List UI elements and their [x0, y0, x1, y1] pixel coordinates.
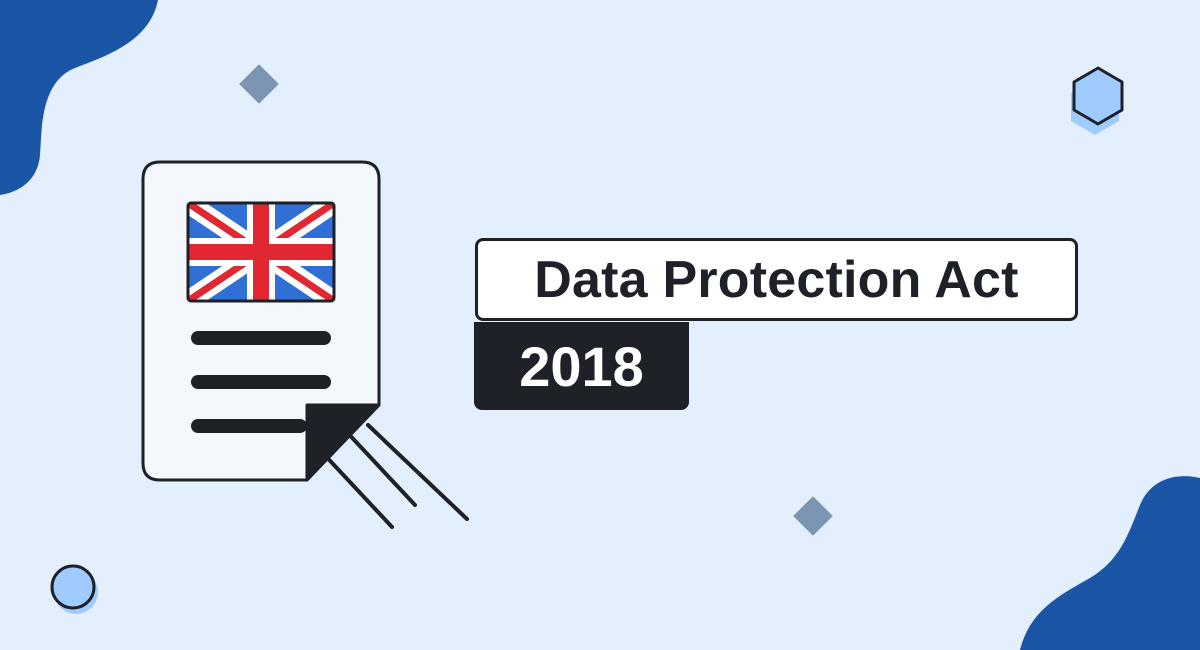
year-label: 2018 [519, 334, 644, 398]
year-banner: 2018 [474, 322, 689, 410]
page-fold-corner [305, 403, 381, 482]
title-banner: Data Protection Act [475, 238, 1078, 321]
page-title: Data Protection Act [534, 250, 1019, 309]
united-kingdom-flag-icon [186, 201, 336, 303]
